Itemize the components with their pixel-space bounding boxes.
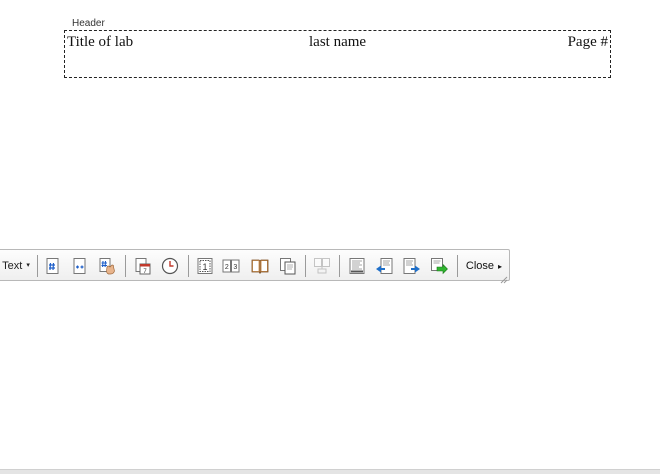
header-left-text[interactable]: Title of lab [67,34,133,51]
toolbar-separator [305,255,306,277]
close-arrow-icon: ▸ [498,261,503,271]
insert-date-icon[interactable]: 7 [134,257,152,275]
insert-page-number-icon[interactable] [44,257,62,275]
different-first-page-icon[interactable] [279,257,297,275]
insert-autotext-dropdown[interactable]: Text ▾ [0,250,33,282]
svg-text:3: 3 [233,264,237,271]
switch-header-footer-icon[interactable] [348,257,366,275]
show-previous-icon[interactable] [375,257,393,275]
format-page-number-icon[interactable] [98,257,116,275]
header-footer-toolbar: Text ▾ 7 1 23 Close ▸ [0,249,510,284]
svg-text:1: 1 [202,262,207,272]
link-to-previous-icon[interactable] [313,257,331,275]
toolbar-separator [188,255,189,277]
toggle-document-text-icon[interactable] [251,257,269,275]
toolbar-separator [125,255,126,277]
page-setup-icon[interactable]: 1 [196,257,214,275]
svg-text:2: 2 [225,264,229,271]
close-label: Close [465,260,495,272]
insert-time-icon[interactable] [161,257,179,275]
same-as-previous-icon[interactable]: 23 [222,257,240,275]
insert-page-count-icon[interactable] [71,257,89,275]
toolbar-separator [457,255,458,277]
show-next-icon[interactable] [403,257,421,275]
header-right-text[interactable]: Page # [568,34,608,51]
toolbar-separator [37,255,38,277]
header-tag-label: Header [70,18,107,30]
window-bottom-edge [0,469,660,474]
resize-grip-icon[interactable] [500,271,508,284]
toolbar-separator [339,255,340,277]
insert-autotext-label: Text [2,260,23,272]
header-center-text[interactable]: last name [309,34,366,51]
dropdown-arrow-icon: ▾ [26,262,30,269]
next-section-icon[interactable] [430,257,448,275]
